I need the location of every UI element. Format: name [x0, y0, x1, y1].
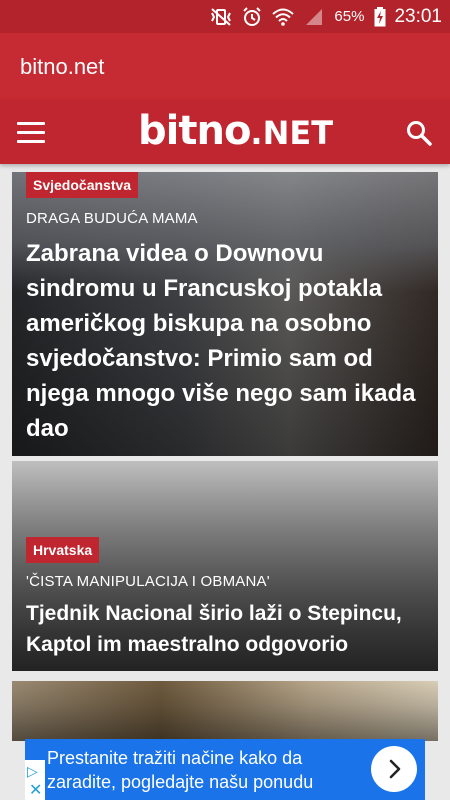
article-card[interactable]: Svjedočanstva DRAGA BUDUĆA MAMA Zabrana …: [12, 172, 438, 456]
logo-main: bitno: [138, 108, 251, 154]
menu-icon[interactable]: [17, 122, 45, 144]
article-headline[interactable]: Zabrana videa o Downovu sindromu u Franc…: [26, 236, 428, 446]
article-card[interactable]: Hrvatska 'ČISTA MANIPULACIJA I OBMANA' T…: [12, 461, 438, 671]
chevron-right-icon[interactable]: [371, 746, 417, 792]
battery-charging-icon: [374, 6, 386, 27]
alarm-icon: [242, 6, 262, 27]
adchoices-icon[interactable]: ▷: [27, 763, 38, 780]
article-kicker: DRAGA BUDUĆA MAMA: [26, 210, 198, 227]
article-image: [12, 681, 438, 741]
site-logo[interactable]: bitno .NET: [138, 108, 333, 154]
article-card[interactable]: [12, 681, 438, 741]
category-badge[interactable]: Svjedočanstva: [26, 172, 139, 198]
search-icon[interactable]: [406, 120, 432, 146]
category-badge[interactable]: Hrvatska: [26, 537, 100, 563]
ad-text[interactable]: Prestanite tražiti načine kako da zaradi…: [47, 746, 367, 794]
battery-percentage: 65%: [334, 8, 365, 25]
site-navbar: bitno .NET: [0, 100, 450, 164]
app-title: bitno.net: [20, 53, 105, 79]
ad-choices[interactable]: ▷ ✕: [25, 760, 45, 800]
app-title-bar: bitno.net: [0, 33, 450, 100]
status-bar: 65% 23:01: [0, 0, 450, 33]
close-icon[interactable]: ✕: [29, 780, 42, 800]
article-kicker: 'ČISTA MANIPULACIJA I OBMANA': [26, 573, 270, 590]
ad-banner[interactable]: Prestanite tražiti načine kako da zaradi…: [25, 739, 425, 800]
wifi-icon: [272, 8, 295, 26]
clock: 23:01: [394, 5, 442, 27]
signal-icon: [304, 8, 324, 26]
article-headline[interactable]: Tjednik Nacional širio laži o Stepincu, …: [26, 598, 428, 660]
logo-tld: .NET: [250, 114, 334, 152]
vibrate-off-icon: [210, 7, 232, 26]
